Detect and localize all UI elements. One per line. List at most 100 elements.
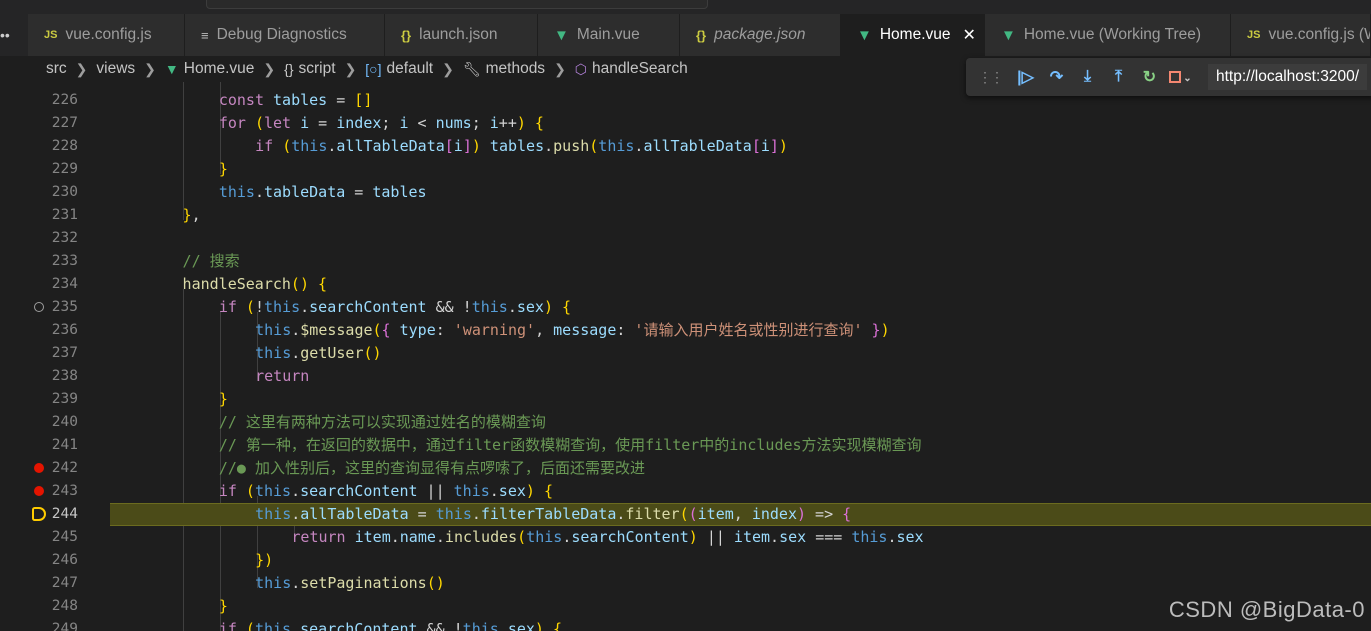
gutter-row[interactable]: 227: [28, 112, 110, 135]
breadcrumb-default[interactable]: [○] default: [365, 60, 433, 78]
gutter-row[interactable]: 229: [28, 158, 110, 181]
code-line[interactable]: handleSearch() {: [110, 273, 1371, 296]
unverified-breakpoint-icon[interactable]: [34, 302, 44, 312]
braces-icon: {}: [284, 61, 294, 77]
continue-icon[interactable]: |▷: [1010, 67, 1041, 87]
gutter-row[interactable]: 237: [28, 342, 110, 365]
gutter-row[interactable]: 238: [28, 365, 110, 388]
tab-label: package.json: [714, 26, 806, 43]
editor-tab-bar: JS vue.config.js ≡ Debug Diagnostics {} …: [0, 14, 1371, 56]
tab-main-vue[interactable]: ▼ Main.vue: [538, 14, 680, 56]
line-number: 245: [51, 529, 78, 545]
code-line[interactable]: // 这里有两种方法可以实现通过姓名的模糊查询: [110, 411, 1371, 434]
tab-package-json[interactable]: {} package.json: [680, 14, 841, 56]
command-center[interactable]: [206, 0, 708, 9]
close-icon[interactable]: ✕: [963, 25, 976, 45]
tab-label: vue.config.js (W: [1268, 26, 1371, 43]
stop-button[interactable]: ⌄: [1165, 68, 1196, 86]
tab-home-vue[interactable]: ▼ Home.vue ✕: [841, 14, 985, 56]
line-number: 237: [51, 345, 78, 361]
gutter-row[interactable]: 230: [28, 181, 110, 204]
code-line[interactable]: if (this.allTableData[i]) tables.push(th…: [110, 135, 1371, 158]
code-line[interactable]: // 第一种，在返回的数据中，通过filter函数模糊查询，使用filter中的…: [110, 434, 1371, 457]
code-line[interactable]: if (!this.searchContent && !this.sex) {: [110, 296, 1371, 319]
code-line[interactable]: [110, 227, 1371, 250]
code-line[interactable]: if (this.searchContent || this.sex) {: [110, 480, 1371, 503]
breadcrumb-src[interactable]: src: [46, 60, 67, 78]
gutter-row[interactable]: 240: [28, 411, 110, 434]
code-line[interactable]: //● 加入性别后，这里的查询显得有点啰嗦了，后面还需要改进: [110, 457, 1371, 480]
code-line[interactable]: this.getUser(): [110, 342, 1371, 365]
gutter-row[interactable]: 244: [28, 503, 110, 526]
breadcrumb-script[interactable]: {} script: [284, 60, 335, 78]
tab-label: Home.vue: [879, 26, 951, 43]
code-line[interactable]: return item.name.includes(this.searchCon…: [110, 526, 1371, 549]
line-number: 241: [51, 437, 78, 453]
breadcrumb-views[interactable]: views: [96, 60, 135, 78]
code-line-text: this.allTableData = this.filterTableData…: [255, 505, 852, 523]
gutter-row[interactable]: 228: [28, 135, 110, 158]
gutter-row[interactable]: 235: [28, 296, 110, 319]
code-line[interactable]: this.tableData = tables: [110, 181, 1371, 204]
gutter-row[interactable]: 239: [28, 388, 110, 411]
gutter-row[interactable]: 226: [28, 89, 110, 112]
chevron-right-icon: ❯: [263, 60, 276, 77]
breadcrumb-file[interactable]: ▼ Home.vue: [165, 60, 255, 78]
tab-home-vue-working-tree[interactable]: ▼ Home.vue (Working Tree): [985, 14, 1231, 56]
code-line[interactable]: },: [110, 204, 1371, 227]
line-number: 230: [51, 184, 78, 200]
step-out-icon[interactable]: ⤒: [1103, 68, 1134, 86]
breakpoint-icon[interactable]: [34, 463, 44, 473]
gutter-row[interactable]: 246: [28, 549, 110, 572]
breakpoint-icon[interactable]: [34, 486, 44, 496]
gutter-row[interactable]: 248: [28, 595, 110, 618]
code-editor[interactable]: 226 227 228 229 230 231 232 233 234 235 236 237 238 2…: [0, 82, 1371, 631]
restart-icon[interactable]: ↻: [1134, 67, 1165, 87]
code-line[interactable]: return: [110, 365, 1371, 388]
line-number-gutter[interactable]: 226 227 228 229 230 231 232 233 234 235 236 237 238 2…: [28, 82, 110, 631]
code-line[interactable]: this.setPaginations(): [110, 572, 1371, 595]
line-number: 248: [51, 598, 78, 614]
tab-launch-json[interactable]: {} launch.json: [385, 14, 538, 56]
gutter-row[interactable]: 241: [28, 434, 110, 457]
step-over-icon[interactable]: ↷: [1041, 67, 1072, 87]
code-line-text: },: [182, 206, 201, 224]
chevron-right-icon: ❯: [442, 60, 454, 77]
code-line[interactable]: for (let i = index; i < nums; i++) {: [110, 112, 1371, 135]
tab-debug-diagnostics[interactable]: ≡ Debug Diagnostics: [185, 14, 385, 56]
gutter-row[interactable]: 232: [28, 227, 110, 250]
code-area[interactable]: const tables = [] for (let i = index; i <…: [110, 82, 1371, 631]
code-line[interactable]: }: [110, 158, 1371, 181]
method-cube-icon: ⬡: [574, 60, 588, 77]
gutter-row[interactable]: 231: [28, 204, 110, 227]
code-line[interactable]: this.$message({ type: 'warning', message…: [110, 319, 1371, 342]
current-execution-breakpoint-icon[interactable]: [32, 507, 46, 521]
code-line[interactable]: }: [110, 388, 1371, 411]
js-file-icon: JS: [44, 29, 58, 41]
gutter-row[interactable]: 236: [28, 319, 110, 342]
code-line-text: // 搜索: [182, 252, 240, 270]
gutter-row[interactable]: 245: [28, 526, 110, 549]
line-number: 233: [51, 253, 78, 269]
gutter-row[interactable]: 249: [28, 618, 110, 631]
breadcrumb-handlesearch[interactable]: ⬡ handleSearch: [575, 60, 688, 78]
code-line[interactable]: this.allTableData = this.filterTableData…: [110, 503, 1371, 526]
more-tabs-icon[interactable]: ••: [0, 14, 10, 56]
code-line[interactable]: }): [110, 549, 1371, 572]
gutter-row[interactable]: 233: [28, 250, 110, 273]
gutter-row[interactable]: 247: [28, 572, 110, 595]
breadcrumb-methods[interactable]: 🔧︎ methods: [463, 60, 545, 78]
vue-file-icon: ▼: [554, 26, 569, 44]
code-line-text: this.tableData = tables: [218, 183, 427, 201]
gutter-row[interactable]: 243: [28, 480, 110, 503]
tab-vue-config-js[interactable]: JS vue.config.js: [28, 14, 185, 56]
step-into-icon[interactable]: ⤓: [1072, 68, 1103, 86]
code-line[interactable]: // 搜索: [110, 250, 1371, 273]
tab-label: Main.vue: [576, 26, 640, 43]
debug-target-select[interactable]: http://localhost:3200/: [1208, 64, 1368, 90]
drag-handle-icon[interactable]: ⋮⋮: [978, 69, 1004, 86]
code-line-text: this.setPaginations(): [255, 574, 445, 592]
tab-vue-config-js-working[interactable]: JS vue.config.js (W: [1231, 14, 1371, 56]
gutter-row[interactable]: 234: [28, 273, 110, 296]
gutter-row[interactable]: 242: [28, 457, 110, 480]
